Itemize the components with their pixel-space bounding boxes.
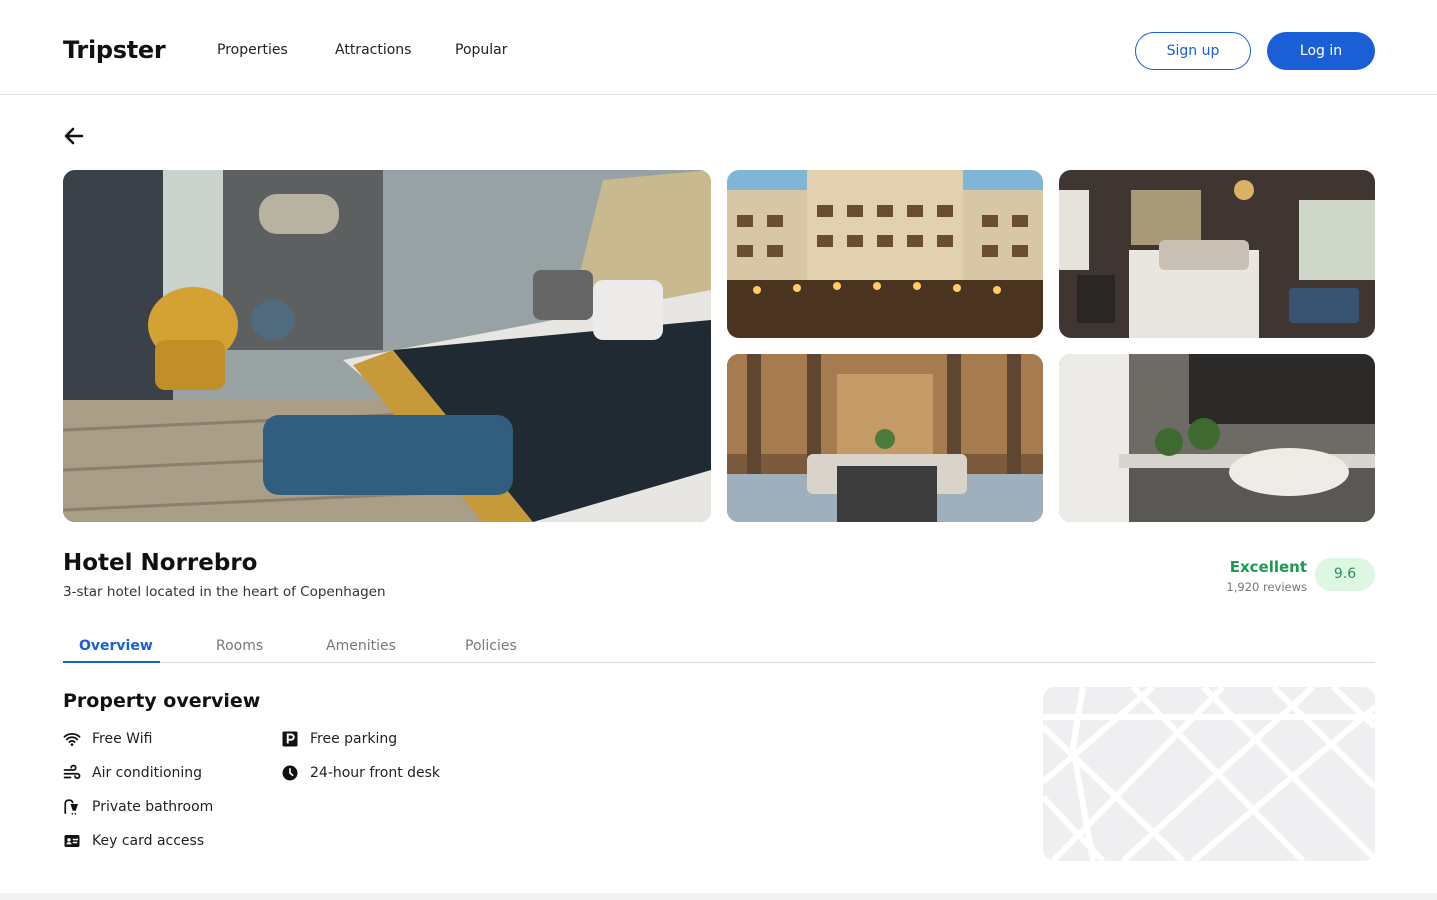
- hotel-name: Hotel Norrebro: [63, 550, 258, 576]
- sign-up-button[interactable]: Sign up: [1135, 32, 1251, 70]
- amenity-item: Key card access: [62, 831, 204, 851]
- amenity-label: Free Wifi: [92, 731, 153, 747]
- shower-icon: [62, 797, 82, 817]
- gallery-photo-dark-bedroom[interactable]: [1059, 170, 1375, 338]
- active-tab-indicator: [63, 661, 160, 663]
- gallery-photo-bathroom[interactable]: [1059, 354, 1375, 522]
- amenity-label: Air conditioning: [92, 765, 203, 781]
- rating-label: Excellent: [1229, 558, 1307, 576]
- clock-icon: [280, 763, 300, 783]
- footer-divider: [0, 893, 1437, 900]
- hotel-description: 3-star hotel located in the heart of Cop…: [63, 584, 386, 600]
- section-title: Property overview: [63, 690, 261, 712]
- gallery-photo-facade[interactable]: [727, 170, 1043, 338]
- top-navigation-bar: Tripster Properties Attractions Popular …: [0, 0, 1437, 95]
- nav-properties[interactable]: Properties: [217, 42, 288, 58]
- gallery-photo-main[interactable]: [63, 170, 711, 522]
- location-map[interactable]: [1043, 687, 1375, 861]
- log-in-button[interactable]: Log in: [1267, 32, 1375, 70]
- amenity-label: 24-hour front desk: [310, 765, 441, 781]
- nav-attractions[interactable]: Attractions: [335, 42, 411, 58]
- amenity-item: Free parking: [280, 729, 397, 749]
- amenity-item: Free Wifi: [62, 729, 152, 749]
- review-count[interactable]: 1,920 reviews: [1226, 580, 1307, 594]
- amenity-item: Air conditioning: [62, 763, 202, 783]
- key-card-icon: [62, 831, 82, 851]
- amenity-label: Key card access: [92, 833, 205, 849]
- amenity-label: Private bathroom: [92, 799, 214, 815]
- amenity-item: 24-hour front desk: [280, 763, 440, 783]
- amenity-label: Free parking: [310, 731, 398, 747]
- back-arrow-icon[interactable]: [62, 124, 86, 148]
- parking-icon: [280, 729, 300, 749]
- tab-rooms[interactable]: Rooms: [216, 638, 263, 654]
- gallery-photo-lobby[interactable]: [727, 354, 1043, 522]
- amenity-item: Private bathroom: [62, 797, 213, 817]
- tab-overview[interactable]: Overview: [79, 638, 153, 654]
- logo[interactable]: Tripster: [63, 36, 166, 64]
- wifi-icon: [62, 729, 82, 749]
- tab-bar: Overview Rooms Amenities Policies: [63, 630, 1375, 663]
- rating-score-badge: 9.6: [1315, 558, 1375, 591]
- nav-popular[interactable]: Popular: [455, 42, 508, 58]
- tab-amenities[interactable]: Amenities: [326, 638, 396, 654]
- air-conditioning-icon: [62, 763, 82, 783]
- tab-policies[interactable]: Policies: [465, 638, 517, 654]
